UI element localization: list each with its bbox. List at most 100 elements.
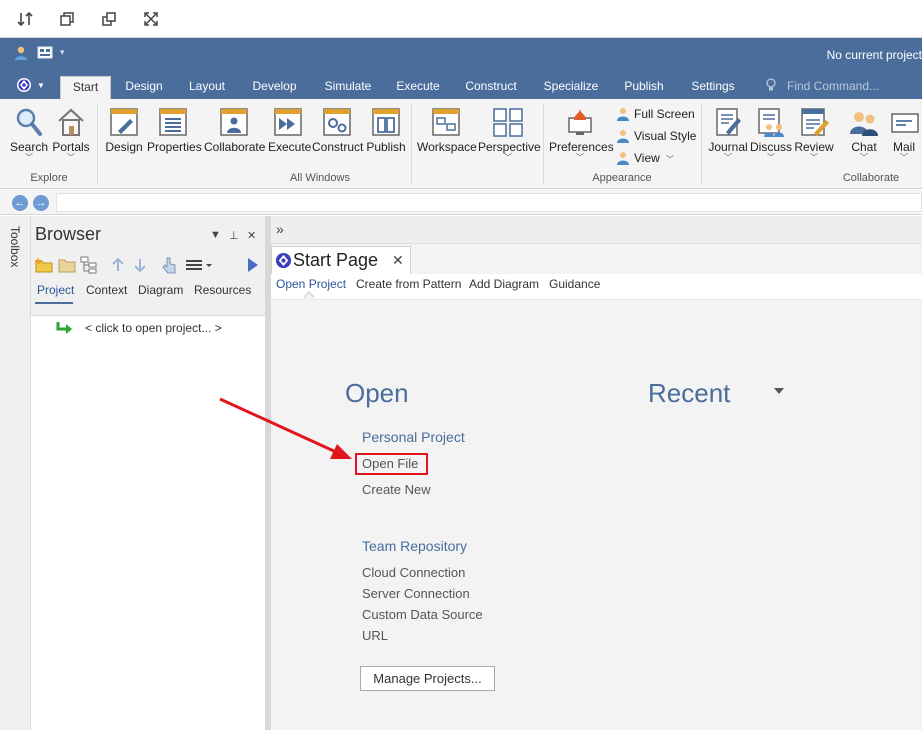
preferences-label: Preferences [549,140,614,154]
browser-tab-diagram[interactable]: Diagram [138,283,183,297]
menu-icon[interactable] [185,256,213,274]
tab-settings[interactable]: Settings [686,76,740,99]
move-up-icon[interactable] [109,256,127,274]
mail-button[interactable]: Mail ﹀ [886,103,922,169]
open-project-tree-item[interactable]: < click to open project... > [55,320,222,336]
workspace-button[interactable]: Workspace [417,103,477,169]
house-icon [58,108,84,136]
journal-label: Journal [708,140,748,154]
expand-icon[interactable]: » [276,221,284,237]
tab-simulate[interactable]: Simulate [318,76,378,99]
tab-design[interactable]: Design [118,76,170,99]
tab-start[interactable]: Start [60,76,111,99]
preferences-button[interactable]: Preferences ﹀ [549,103,614,169]
tab-layout[interactable]: Layout [183,76,231,99]
browser-header: Browser ▼ ⊥ ✕ Project Context Diagram Re… [31,216,265,316]
tree-item-label: < click to open project... > [85,321,222,335]
play-window-icon [274,108,302,136]
app-menu-icon[interactable] [15,76,35,96]
tab-publish[interactable]: Publish [617,76,671,99]
tab-specialize[interactable]: Specialize [539,76,603,99]
restore-window-icon[interactable] [57,9,77,29]
touch-hand-icon[interactable] [160,256,178,274]
subtab-open-project[interactable]: Open Project [276,277,346,291]
view-label: View [634,151,660,165]
portals-button[interactable]: Portals ﹀ [52,103,90,169]
back-arrow-icon[interactable]: ← [12,195,28,211]
navigation-field[interactable] [56,193,922,212]
mail-icon [891,113,919,133]
quick-access-toolbar [0,0,922,38]
browser-tab-project[interactable]: Project [37,283,74,297]
find-command-field[interactable]: Find Command... [765,76,879,96]
tab-develop[interactable]: Develop [246,76,303,99]
chat-button[interactable]: Chat ﹀ [844,103,884,169]
qat-dropdown-icon[interactable]: ▾ [60,47,65,58]
design-window-button[interactable]: Design [104,103,144,169]
pin-icon[interactable]: ⊥ [229,229,239,242]
chat-people-icon [850,112,878,136]
full-screen-label: Full Screen [634,107,695,121]
title-bar: ▾ No current project [0,38,922,72]
full-screen-button[interactable]: Full Screen [616,104,695,124]
journal-button[interactable]: Journal ﹀ [706,103,750,169]
perspective-label: Perspective [478,140,541,154]
manage-projects-button[interactable]: Manage Projects... [360,666,495,691]
browser-title: Browser [35,224,102,244]
url-link[interactable]: URL [362,628,388,643]
sort-arrows-icon[interactable] [15,9,35,29]
properties-window-button[interactable]: Properties [147,103,202,169]
chevron-down-icon: ﹀ [900,153,908,162]
forward-arrow-icon[interactable]: → [33,195,49,211]
subtab-create-from-pattern[interactable]: Create from Pattern [356,277,461,291]
user-icon[interactable] [13,45,29,61]
collaborate-window-button[interactable]: Collaborate [204,103,265,169]
green-arrow-icon [56,322,72,334]
browser-close-icon[interactable]: ✕ [247,229,256,242]
book-window-icon [372,108,400,136]
tab-execute[interactable]: Execute [392,76,444,99]
view-person-icon [617,152,629,165]
start-page-tab[interactable]: Start Page ✕ [271,246,411,274]
chevron-down-icon: ﹀ [810,153,818,162]
review-button[interactable]: Review ﹀ [794,103,834,169]
create-new-link[interactable]: Create New [362,482,431,497]
new-package-icon[interactable] [34,256,53,274]
close-icon[interactable]: ✕ [392,252,404,269]
play-icon[interactable] [244,256,262,274]
ribbon-separator [97,103,98,185]
discuss-button[interactable]: Discuss ﹀ [750,103,792,169]
publish-window-button[interactable]: Publish [366,103,406,169]
design-label: Design [105,140,143,154]
perspective-button[interactable]: Perspective ﹀ [478,103,541,169]
server-connection-link[interactable]: Server Connection [362,586,470,601]
view-button[interactable]: View ﹀ [616,148,674,168]
publish-label: Publish [366,140,406,154]
search-button[interactable]: Search ﹀ [10,103,48,169]
custom-data-source-link[interactable]: Custom Data Source [362,607,483,622]
construct-window-button[interactable]: Construct [312,103,363,169]
browser-tab-resources[interactable]: Resources [194,283,251,297]
toolbox-tab[interactable]: Toolbox [8,226,22,267]
move-down-icon[interactable] [131,256,149,274]
cascade-windows-icon[interactable] [99,9,119,29]
subtab-guidance[interactable]: Guidance [549,277,600,291]
recent-dropdown-icon[interactable] [774,388,784,394]
search-label: Search [10,140,49,154]
execute-window-button[interactable]: Execute [268,103,311,169]
model-view-icon[interactable] [37,45,55,61]
hierarchy-icon[interactable] [80,256,98,274]
highlight-box [355,453,428,475]
visual-style-button[interactable]: Visual Style [616,126,696,146]
folder-icon[interactable] [58,256,76,274]
cloud-connection-link[interactable]: Cloud Connection [362,565,465,580]
subtab-add-diagram[interactable]: Add Diagram [469,277,539,291]
browser-tab-context[interactable]: Context [86,283,127,297]
app-menu-chevron-icon[interactable]: ▼ [37,81,45,90]
main-area: » Start Page ✕ Open Project Create from … [271,216,922,730]
tab-construct[interactable]: Construct [460,76,522,99]
chevron-down-icon: ﹀ [576,153,584,162]
browser-dropdown-icon[interactable]: ▼ [210,229,221,241]
fullscreen-icon[interactable] [141,9,161,29]
ribbon-panel: Search ﹀ Portals ﹀ Explore Design Proper… [0,99,922,189]
